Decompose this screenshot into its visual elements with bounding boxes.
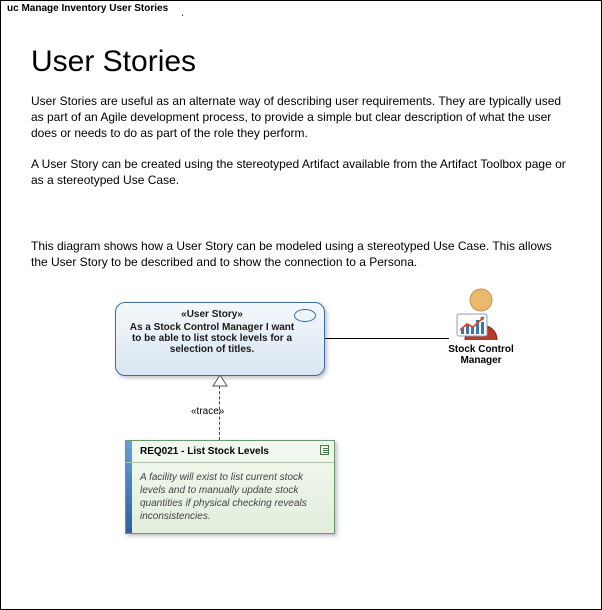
usecase-oval-icon <box>294 309 316 322</box>
requirement-body: A facility will exist to list current st… <box>126 463 334 533</box>
trace-stereotype-label: «trace» <box>191 406 224 417</box>
usecase-text: As a Stock Control Manager I want to be … <box>130 322 294 355</box>
diagram-frame: uc Manage Inventory User Stories User St… <box>0 0 602 610</box>
requirement-header: REQ021 - List Stock Levels <box>126 441 334 463</box>
intro-paragraph-3: This diagram shows how a User Story can … <box>31 238 571 270</box>
usecase-stereotype: «User Story» <box>126 309 298 320</box>
spacer <box>31 202 571 238</box>
content-area: User Stories User Stories are useful as … <box>1 1 601 584</box>
actor-persona[interactable]: Stock Control Manager <box>441 284 521 366</box>
requirement-element[interactable]: REQ021 - List Stock Levels A facility wi… <box>125 440 335 534</box>
requirement-title: REQ021 - List Stock Levels <box>140 446 269 457</box>
trace-arrowhead-icon <box>212 375 228 387</box>
user-story-usecase[interactable]: «User Story» As a Stock Control Manager … <box>115 302 325 376</box>
intro-paragraph-1: User Stories are useful as an alternate … <box>31 93 571 142</box>
intro-paragraph-2: A User Story can be created using the st… <box>31 156 571 188</box>
frame-tab: uc Manage Inventory User Stories <box>0 0 183 16</box>
association-connector <box>325 338 449 339</box>
persona-icon <box>451 284 511 342</box>
uml-diagram: «User Story» As a Stock Control Manager … <box>31 284 571 574</box>
actor-label: Stock Control Manager <box>441 344 521 366</box>
page-title: User Stories <box>31 45 571 79</box>
note-icon <box>320 445 329 455</box>
